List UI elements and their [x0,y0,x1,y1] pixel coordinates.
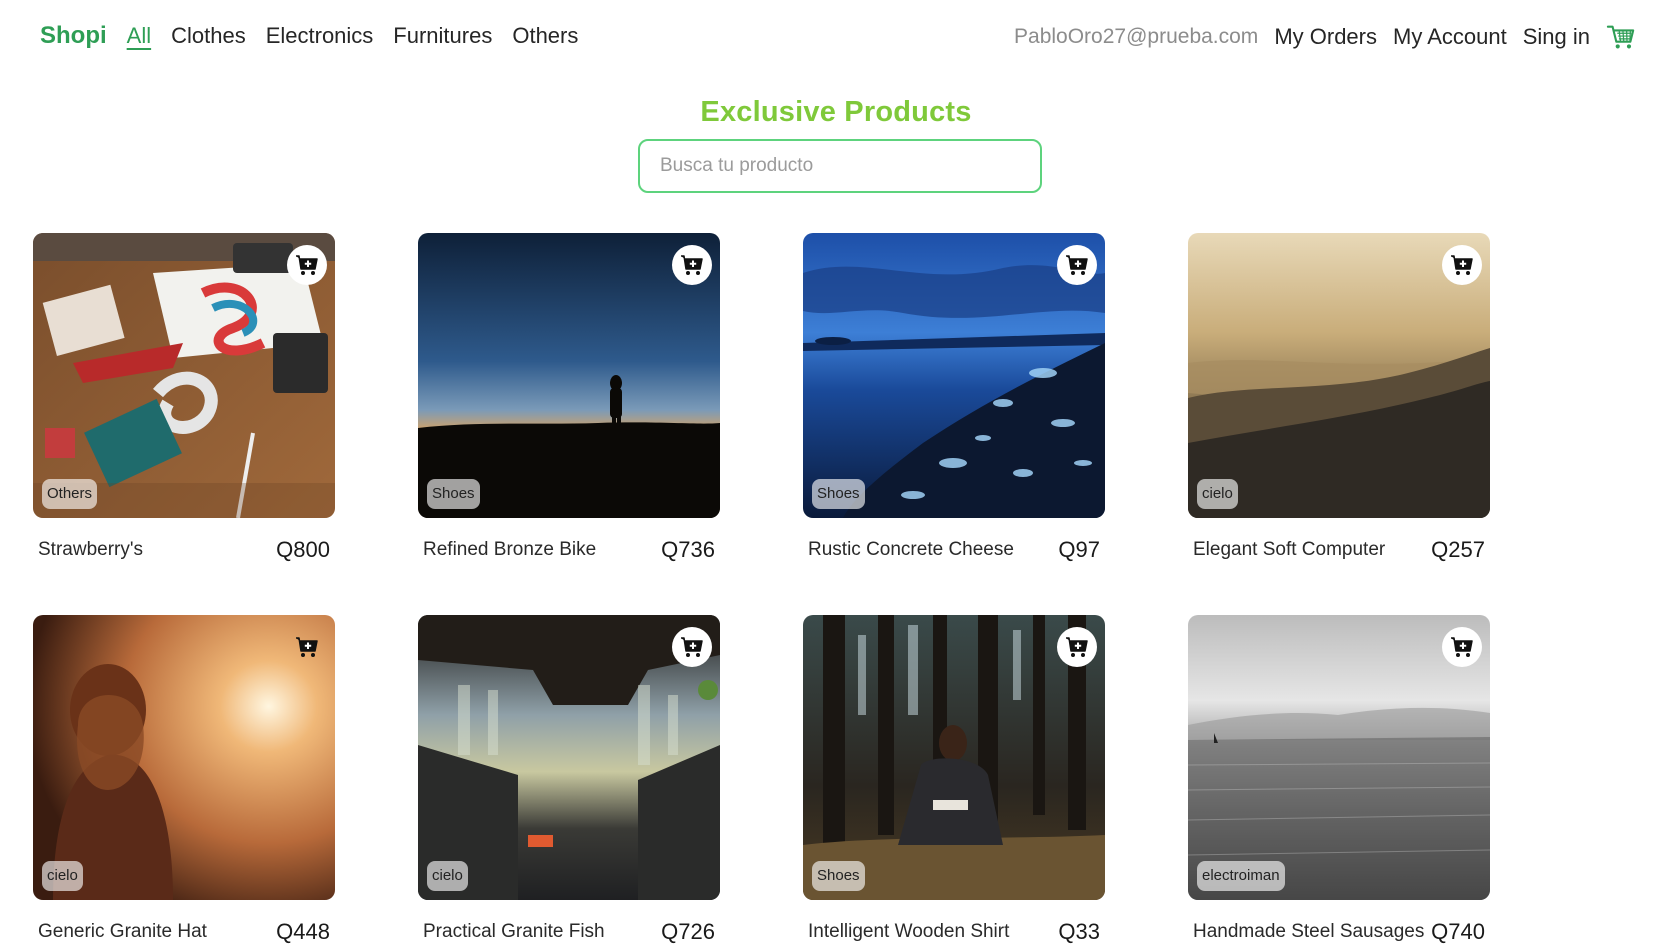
product-name: Practical Granite Fish [423,921,605,942]
product-image[interactable]: cielo [1188,233,1490,518]
product-name: Generic Granite Hat [38,921,207,942]
product-price: Q33 [1058,919,1100,944]
product-name: Elegant Soft Computer [1193,539,1386,560]
category-badge: cielo [1197,479,1238,509]
user-email: PabloOro27@prueba.com [1014,25,1259,48]
product-image[interactable]: cielo [418,615,720,900]
product-price: Q740 [1431,919,1485,944]
product-image[interactable]: electroiman [1188,615,1490,900]
product-card[interactable]: cielo Generic Granite Hat Q448 [33,615,335,952]
add-to-cart-icon[interactable] [287,245,327,285]
add-to-cart-icon[interactable] [1057,627,1097,667]
product-card[interactable]: Others Strawberry's Q800 [33,233,335,573]
product-card[interactable]: Shoes Rustic Concrete Cheese Q97 [803,233,1105,573]
product-image[interactable]: Shoes [803,615,1105,900]
shopping-cart-icon[interactable] [1606,22,1636,52]
add-to-cart-icon[interactable] [1057,245,1097,285]
nav-right-group: PabloOro27@prueba.com My Orders My Accou… [1014,22,1636,52]
nav-category-clothes[interactable]: Clothes [171,23,246,49]
product-name: Intelligent Wooden Shirt [808,921,1010,942]
category-badge: Shoes [427,479,480,509]
category-badge: electroiman [1197,861,1285,891]
category-badge: Others [42,479,98,509]
add-to-cart-icon[interactable] [287,627,327,667]
nav-category-others[interactable]: Others [512,23,578,49]
category-badge: Shoes [812,861,865,891]
product-price: Q736 [661,537,715,562]
page-title: Exclusive Products [700,96,972,128]
sign-in-link[interactable]: Sing in [1523,24,1590,50]
product-name: Strawberry's [38,539,143,560]
product-card[interactable]: electroiman Handmade Steel Sausages Q740 [1188,615,1490,952]
product-image[interactable]: Others [33,233,335,518]
product-card[interactable]: cielo Elegant Soft Computer Q257 [1188,233,1490,573]
top-navbar: Shopi All Clothes Electronics Furnitures… [0,0,1656,76]
product-name: Handmade Steel Sausages [1193,921,1425,942]
my-account-link[interactable]: My Account [1393,24,1507,50]
category-badge: Shoes [812,479,865,509]
add-to-cart-icon[interactable] [672,245,712,285]
add-to-cart-icon[interactable] [672,627,712,667]
product-grid: Others Strawberry's Q800 Shoes Refined B… [33,233,1633,944]
product-name: Refined Bronze Bike [423,539,597,560]
nav-left-group: Shopi All Clothes Electronics Furnitures… [40,22,578,50]
category-badge: cielo [42,861,83,891]
product-image[interactable]: Shoes [803,233,1105,518]
product-price: Q97 [1058,537,1100,562]
product-price: Q800 [276,537,330,562]
product-card[interactable]: Shoes Intelligent Wooden Shirt Q33 [803,615,1105,952]
my-orders-link[interactable]: My Orders [1274,24,1377,50]
product-price: Q448 [276,919,330,944]
add-to-cart-icon[interactable] [1442,245,1482,285]
add-to-cart-icon[interactable] [1442,627,1482,667]
product-image[interactable]: cielo [33,615,335,900]
product-card[interactable]: cielo Practical Granite Fish Q726 [418,615,720,952]
product-price: Q726 [661,919,715,944]
product-name: Rustic Concrete Cheese [808,539,1014,560]
nav-category-all[interactable]: All [127,23,151,49]
category-badge: cielo [427,861,468,891]
product-card[interactable]: Shoes Refined Bronze Bike Q736 [418,233,720,573]
search-input[interactable] [638,139,1042,193]
product-image[interactable]: Shoes [418,233,720,518]
nav-category-electronics[interactable]: Electronics [266,23,374,49]
nav-category-furnitures[interactable]: Furnitures [393,23,492,49]
brand-logo[interactable]: Shopi [40,22,107,50]
product-price: Q257 [1431,537,1485,562]
